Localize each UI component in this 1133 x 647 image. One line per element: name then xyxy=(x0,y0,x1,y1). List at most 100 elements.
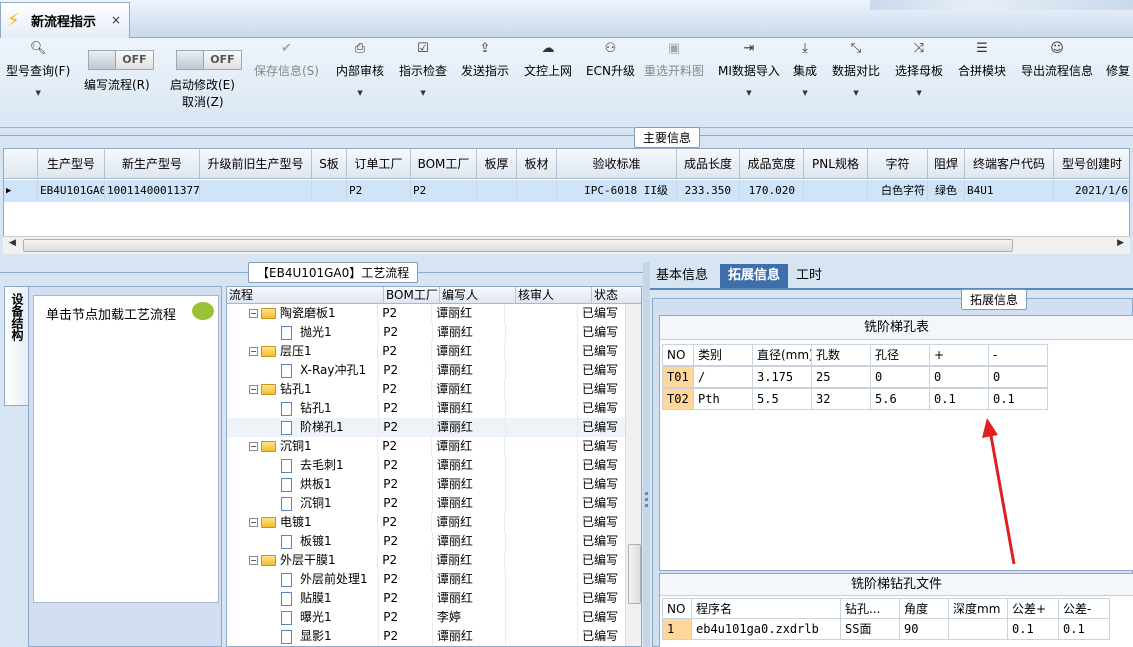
tree-row[interactable]: 沉铜1 P2 谭丽红 已编写 xyxy=(227,494,628,513)
tree-node[interactable]: − 层压1 xyxy=(227,342,379,361)
send-instruction-button[interactable]: ⇪ 发送指示 xyxy=(461,40,509,79)
col-header[interactable]: 验收标准 xyxy=(557,149,677,178)
tree-node[interactable]: X-Ray冲孔1 xyxy=(227,361,380,380)
repair-button[interactable]: 修复 xyxy=(1106,40,1130,79)
col-header[interactable]: 状态 xyxy=(592,287,641,303)
col-header[interactable]: 阻焊 xyxy=(928,149,965,178)
tree-node[interactable]: 板镀1 xyxy=(227,532,380,551)
write-flow-toggle[interactable]: OFF xyxy=(88,50,154,70)
cancel-button[interactable]: 取消(Z) xyxy=(182,93,224,110)
tree-node[interactable]: 去毛刺1 xyxy=(227,456,380,475)
col-header[interactable]: 核审人 xyxy=(516,287,592,303)
tree-node[interactable]: 抛光1 xyxy=(227,323,380,342)
col-header[interactable]: S板 xyxy=(312,149,347,178)
tree-node[interactable]: 钻孔1 xyxy=(227,399,380,418)
col-header[interactable]: 生产型号 xyxy=(38,149,105,178)
node-list[interactable]: 单击节点加载工艺流程 xyxy=(33,295,219,603)
col-header[interactable]: 型号创建时 xyxy=(1054,149,1129,178)
tree-row[interactable]: 曝光1 P2 李婷 已编写 xyxy=(227,608,628,627)
tree-node[interactable]: − 电镀1 xyxy=(227,513,379,532)
save-info-button[interactable]: ✔ 保存信息(S) xyxy=(254,40,319,79)
tree-node[interactable]: − 沉铜1 xyxy=(227,437,379,456)
collapse-icon[interactable]: − xyxy=(249,518,258,527)
table-row[interactable]: ▶ EB4U101GA0 10011400011377 P2 P2 IPC-60… xyxy=(4,180,1129,202)
col-header[interactable]: 成品长度 xyxy=(677,149,740,178)
data-compare-button[interactable]: ⤡ 数据对比 ▼ xyxy=(832,40,880,97)
close-icon[interactable]: × xyxy=(111,13,121,27)
integrate-button[interactable]: ⤓ 集成 ▼ xyxy=(793,40,817,97)
tree-row[interactable]: 去毛刺1 P2 谭丽红 已编写 xyxy=(227,456,628,475)
select-mother-button[interactable]: ⤨ 选择母板 ▼ xyxy=(895,40,943,97)
col-header[interactable]: 板厚 xyxy=(477,149,517,178)
export-flow-button[interactable]: ☺ 导出流程信息 xyxy=(1021,40,1093,79)
internal-review-button[interactable]: ⎙ 内部审核 ▼ xyxy=(336,40,384,97)
col-header[interactable]: 终端客户代码 xyxy=(965,149,1054,178)
horizontal-scrollbar[interactable]: ◀ ▶ xyxy=(3,236,1130,254)
tree-row[interactable]: 钻孔1 P2 谭丽红 已编写 xyxy=(227,399,628,418)
tree-node[interactable]: − 外层干膜1 xyxy=(227,551,379,570)
side-tab-device-structure[interactable]: 设备结构 xyxy=(4,286,28,406)
tree-node[interactable]: 阶梯孔1 xyxy=(227,418,380,437)
reselect-material-button[interactable]: ▣ 重选开料图 xyxy=(644,40,704,79)
model-query-button[interactable]: 🔍︎ 型号查询(F) ▼ xyxy=(6,40,70,97)
tree-row[interactable]: X-Ray冲孔1 P2 谭丽红 已编写 xyxy=(227,361,628,380)
ecn-upgrade-button[interactable]: ⚇ ECN升级 xyxy=(586,40,635,79)
tree-node[interactable]: 贴膜1 xyxy=(227,589,380,608)
tree-row[interactable]: − 电镀1 P2 谭丽红 已编写 xyxy=(227,513,627,532)
tree-row[interactable]: 贴膜1 P2 谭丽红 已编写 xyxy=(227,589,628,608)
upload-web-button[interactable]: ☁ 文控上网 xyxy=(524,40,572,79)
scroll-thumb[interactable] xyxy=(23,239,1013,252)
enable-edit-toggle[interactable]: OFF xyxy=(176,50,242,70)
collapse-icon[interactable]: − xyxy=(249,442,258,451)
tab-basic-info[interactable]: 基本信息 xyxy=(650,264,714,288)
col-header[interactable]: 流程 xyxy=(227,287,384,303)
panel-splitter[interactable] xyxy=(643,262,650,647)
tree-row[interactable]: 阶梯孔1 P2 谭丽红 已编写 xyxy=(227,418,628,437)
collapse-icon[interactable]: − xyxy=(249,556,258,565)
tree-node[interactable]: − 钻孔1 xyxy=(227,380,379,399)
col-header[interactable]: BOM工厂 xyxy=(411,149,477,178)
tree-node[interactable]: 烘板1 xyxy=(227,475,380,494)
tree-row[interactable]: 抛光1 P2 谭丽红 已编写 xyxy=(227,323,628,342)
tree-node[interactable]: 显影1 xyxy=(227,627,380,646)
tree-node[interactable]: 曝光1 xyxy=(227,608,380,627)
merge-module-button[interactable]: ☰ 合拼模块 xyxy=(958,40,1006,79)
col-header[interactable]: 升级前旧生产型号 xyxy=(200,149,312,178)
scroll-thumb[interactable] xyxy=(628,544,641,604)
tree-row[interactable]: 烘板1 P2 谭丽红 已编写 xyxy=(227,475,628,494)
table-row[interactable]: T02 Pth 5.5 32 5.6 0.1 0.1 xyxy=(662,388,1048,410)
mi-import-button[interactable]: ⇥ MI数据导入 ▼ xyxy=(718,40,780,97)
collapse-icon[interactable]: − xyxy=(249,385,258,394)
tree-row[interactable]: 板镀1 P2 谭丽红 已编写 xyxy=(227,532,628,551)
tree-row[interactable]: 外层前处理1 P2 谭丽红 已编写 xyxy=(227,570,628,589)
table-row[interactable]: 1 eb4u101ga0.zxdrlb SS面 90 0.1 0.1 xyxy=(662,618,1110,640)
collapse-icon[interactable]: − xyxy=(249,309,258,318)
tree-row[interactable]: 显影1 P2 谭丽红 已编写 xyxy=(227,627,628,646)
tab-work-hours[interactable]: 工时 xyxy=(790,264,828,288)
tree-row[interactable]: − 沉铜1 P2 谭丽红 已编写 xyxy=(227,437,627,456)
vertical-scrollbar[interactable] xyxy=(625,304,641,646)
tree-node[interactable]: − 陶瓷磨板1 xyxy=(227,304,379,323)
col-header[interactable]: BOM工厂 xyxy=(384,287,440,303)
col-header[interactable]: 成品宽度 xyxy=(740,149,804,178)
tree-node[interactable]: 外层前处理1 xyxy=(227,570,380,589)
collapse-icon[interactable]: − xyxy=(249,347,258,356)
tree-node-label: 抛光1 xyxy=(300,325,332,339)
col-header[interactable]: 板材 xyxy=(517,149,557,178)
tree-row[interactable]: − 钻孔1 P2 谭丽红 已编写 xyxy=(227,380,627,399)
table-row[interactable]: T01 / 3.175 25 0 0 0 xyxy=(662,366,1048,388)
instruction-check-button[interactable]: ☑ 指示检查 ▼ xyxy=(399,40,447,97)
scroll-left-icon[interactable]: ◀ xyxy=(9,238,16,248)
tree-row[interactable]: − 陶瓷磨板1 P2 谭丽红 已编写 xyxy=(227,304,627,323)
tree-row[interactable]: − 外层干膜1 P2 谭丽红 已编写 xyxy=(227,551,627,570)
tree-node[interactable]: 沉铜1 xyxy=(227,494,380,513)
tab-extended-info[interactable]: 拓展信息 xyxy=(720,264,788,288)
col-header[interactable]: 新生产型号 xyxy=(105,149,200,178)
tab-new-flow[interactable]: ⚡ 新流程指示 × xyxy=(0,2,130,38)
col-header[interactable]: 字符 xyxy=(868,149,928,178)
col-header[interactable]: 订单工厂 xyxy=(347,149,411,178)
col-header[interactable]: PNL规格 xyxy=(804,149,868,178)
col-header[interactable]: 编写人 xyxy=(440,287,516,303)
scroll-right-icon[interactable]: ▶ xyxy=(1117,238,1124,248)
tree-row[interactable]: − 层压1 P2 谭丽红 已编写 xyxy=(227,342,627,361)
